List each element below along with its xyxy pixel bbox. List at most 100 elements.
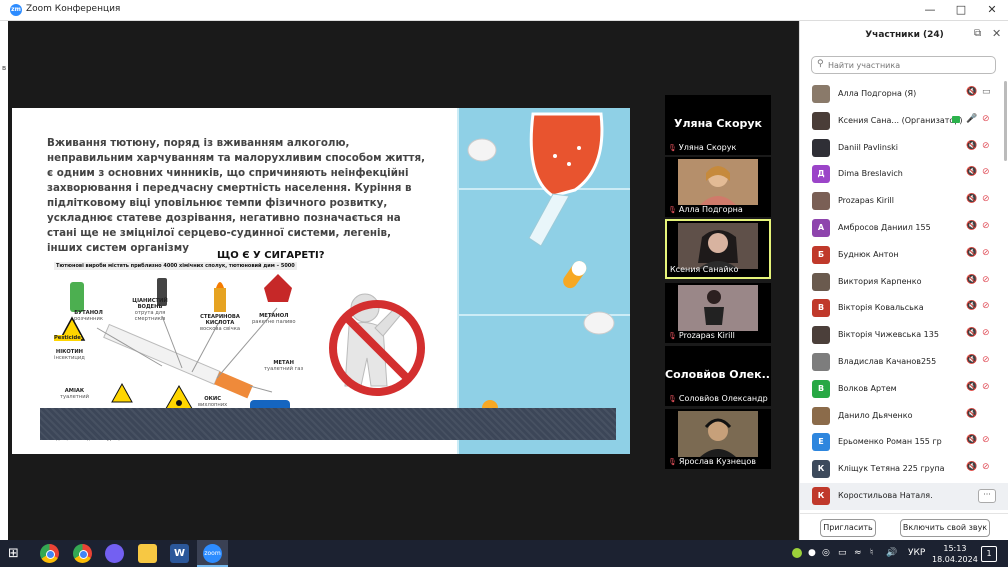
window-titlebar: zm Zoom Конференция — □ ✕ bbox=[0, 0, 1008, 21]
participant-row[interactable]: Виктория Карпенко 🔇 ⊘ bbox=[800, 269, 1008, 296]
presentation-slide: Вживання тютюну, поряд із вживанням алко… bbox=[12, 108, 630, 454]
participant-name: Prozapas Kirill bbox=[838, 196, 894, 206]
mic-muted-icon[interactable]: 🔇 bbox=[966, 248, 977, 258]
camera-off-icon[interactable]: ⊘ bbox=[982, 275, 990, 285]
participant-row[interactable]: Е Ерьоменко Роман 155 гр 🔇 ⊘ bbox=[800, 429, 1008, 456]
muted-mic-icon: 🎙 bbox=[668, 458, 677, 466]
chemical-label: Pesticide bbox=[54, 335, 81, 341]
video-tile-active-speaker[interactable]: Ксения Санайко bbox=[665, 219, 771, 279]
word-icon[interactable]: W bbox=[170, 544, 189, 563]
participant-row[interactable]: Б Буднюк Антон 🔇 ⊘ bbox=[800, 242, 1008, 269]
participant-search-field[interactable]: ⚲ bbox=[811, 56, 996, 74]
chemical-label: МЕТАН туалетний газ bbox=[264, 360, 304, 372]
notification-center-icon[interactable]: 1 bbox=[981, 546, 997, 562]
participant-row[interactable]: К Коростильова Наталя. ··· bbox=[800, 482, 1008, 510]
camera-off-icon[interactable]: ⊘ bbox=[982, 167, 990, 177]
invite-button[interactable]: Пригласить bbox=[820, 519, 876, 537]
video-tile[interactable]: Соловйов Олек... 🎙 Соловйов Олександр bbox=[665, 346, 771, 406]
participant-row[interactable]: Вікторія Чижевська 135 🔇 ⊘ bbox=[800, 322, 1008, 349]
participant-row[interactable]: В Вікторія Ковальська 🔇 ⊘ bbox=[800, 295, 1008, 322]
mic-muted-icon[interactable]: 🔇 bbox=[966, 141, 977, 151]
participants-panel: Участники (24) ⧉ ✕ ⚲ Алла Подгорна (Я)🔇▭… bbox=[799, 21, 1008, 540]
mic-muted-icon[interactable]: 🔇 bbox=[966, 328, 977, 338]
tray-language[interactable]: УКР bbox=[908, 548, 925, 558]
tray-app-icon[interactable]: ● bbox=[808, 548, 816, 558]
camera-off-icon[interactable]: ⊘ bbox=[982, 221, 990, 231]
participant-row[interactable]: Д Dima Breslavich 🔇 ⊘ bbox=[800, 161, 1008, 188]
participant-row[interactable]: Ксения Сана... (Организатор) 🎤 ⊘ bbox=[800, 108, 1008, 135]
tray-volume-icon[interactable]: ♮ bbox=[870, 548, 873, 558]
infographic-title: ЩО Є У СИГАРЕТІ? bbox=[217, 250, 325, 261]
participant-row[interactable]: К Кліщук Тетяна 225 група 🔇 ⊘ bbox=[800, 456, 1008, 483]
camera-off-icon[interactable]: ⊘ bbox=[982, 328, 990, 338]
file-explorer-icon[interactable] bbox=[138, 544, 157, 563]
popout-icon[interactable]: ⧉ bbox=[974, 28, 981, 39]
maximize-button[interactable]: □ bbox=[946, 2, 976, 18]
video-tile[interactable]: 🎙 Prozapas Kirill bbox=[665, 283, 771, 343]
tray-battery-icon[interactable]: ▭ bbox=[838, 548, 847, 558]
video-tile[interactable]: 🎙 Ярослав Кузнецов bbox=[665, 409, 771, 469]
close-panel-icon[interactable]: ✕ bbox=[992, 27, 1001, 40]
participant-list-scrollbar[interactable] bbox=[1004, 81, 1007, 161]
participant-row[interactable]: Владислав Качанов255 🔇 ⊘ bbox=[800, 349, 1008, 376]
video-tile[interactable]: 🎙 Алла Подгорна bbox=[665, 157, 771, 217]
flame-icon bbox=[216, 282, 224, 288]
viber-icon[interactable] bbox=[105, 544, 124, 563]
camera-off-icon[interactable]: ⊘ bbox=[982, 194, 990, 204]
participant-row[interactable]: Prozapas Kirill 🔇 ⊘ bbox=[800, 188, 1008, 215]
participant-name: Виктория Карпенко bbox=[838, 276, 922, 286]
screen-share-overlay-bar bbox=[40, 408, 616, 440]
participant-row[interactable]: Алла Подгорна (Я) 🔇 ▭ bbox=[800, 81, 1008, 108]
camera-off-icon[interactable]: ⊘ bbox=[982, 141, 990, 151]
participant-avatar bbox=[812, 406, 830, 425]
tray-sound-icon[interactable]: 🔊 bbox=[886, 548, 897, 558]
video-tile[interactable]: Уляна Скорук 🎙 Уляна Скорук bbox=[665, 95, 771, 155]
participant-row[interactable]: В Волков Артем 🔇 ⊘ bbox=[800, 376, 1008, 403]
camera-off-icon[interactable]: ⊘ bbox=[982, 301, 990, 311]
camera-off-icon[interactable]: ⊘ bbox=[982, 114, 990, 124]
mic-muted-icon[interactable]: 🔇 bbox=[966, 435, 977, 445]
participant-search-input[interactable] bbox=[828, 59, 988, 71]
participant-row[interactable]: А Амбросов Даниил 155 🔇 ⊘ bbox=[800, 215, 1008, 242]
search-icon: ⚲ bbox=[817, 59, 824, 69]
windows-start-icon[interactable]: ⊞ bbox=[8, 546, 19, 561]
mic-muted-icon[interactable]: 🔇 bbox=[966, 301, 977, 311]
mic-muted-icon[interactable]: 🔇 bbox=[966, 275, 977, 285]
unmute-button[interactable]: Включить свой звук bbox=[900, 519, 990, 537]
camera-off-icon[interactable]: ⊘ bbox=[982, 435, 990, 445]
participant-video bbox=[678, 285, 758, 331]
mic-muted-icon[interactable]: 🔇 bbox=[966, 167, 977, 177]
participant-row[interactable]: Daniil Pavlinski 🔇 ⊘ bbox=[800, 135, 1008, 162]
mic-muted-icon[interactable]: 🔇 bbox=[966, 221, 977, 231]
warning-icon-small bbox=[111, 382, 133, 403]
zoom-taskbar-button[interactable]: zoom bbox=[197, 540, 228, 567]
chrome-icon-2[interactable] bbox=[73, 544, 92, 563]
camera-off-icon[interactable]: ⊘ bbox=[982, 248, 990, 258]
mic-muted-icon[interactable]: 🔇 bbox=[966, 462, 977, 472]
mic-muted-icon[interactable]: 🔇 bbox=[966, 194, 977, 204]
participant-name: Алла Подгорна (Я) bbox=[838, 89, 917, 98]
person-silhouette-icon bbox=[678, 411, 758, 457]
close-window-button[interactable]: ✕ bbox=[977, 2, 1007, 18]
minimize-button[interactable]: — bbox=[915, 2, 945, 18]
zoom-icon: zoom bbox=[203, 544, 222, 563]
camera-on-icon[interactable]: ▭ bbox=[982, 87, 991, 97]
chemical-label: МЕТАНОЛ ракетне паливо bbox=[252, 313, 296, 325]
tray-viber-icon[interactable]: ◎ bbox=[822, 548, 830, 558]
mic-muted-icon[interactable]: 🔇 bbox=[966, 382, 977, 392]
camera-off-icon[interactable]: ⊘ bbox=[982, 382, 990, 392]
chrome-icon[interactable] bbox=[40, 544, 59, 563]
tray-app-icon[interactable] bbox=[792, 548, 802, 558]
tray-network-icon[interactable]: ≈ bbox=[854, 548, 862, 558]
taskbar-clock[interactable]: 15:13 18.04.2024 bbox=[932, 543, 978, 565]
tile-caption: 🎙 Ярослав Кузнецов bbox=[668, 457, 756, 466]
more-options-button[interactable]: ··· bbox=[978, 488, 996, 503]
participant-row[interactable]: Данило Дьяченко 🔇 bbox=[800, 403, 1008, 430]
mic-on-icon[interactable]: 🎤 bbox=[966, 114, 977, 124]
participant-avatar: А bbox=[812, 218, 830, 237]
mic-muted-icon[interactable]: 🔇 bbox=[966, 87, 977, 97]
camera-off-icon[interactable]: ⊘ bbox=[982, 355, 990, 365]
mic-muted-icon[interactable]: 🔇 bbox=[966, 409, 977, 419]
camera-off-icon[interactable]: ⊘ bbox=[982, 462, 990, 472]
mic-muted-icon[interactable]: 🔇 bbox=[966, 355, 977, 365]
